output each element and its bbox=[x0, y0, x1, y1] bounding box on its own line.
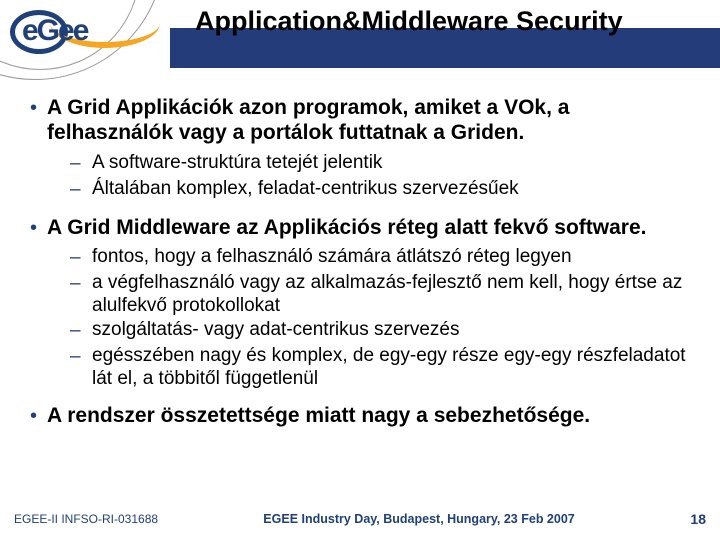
dash-icon: – bbox=[70, 345, 84, 369]
bullet-icon: • bbox=[30, 96, 37, 120]
slide-title: Application&Middleware Security bbox=[195, 6, 710, 37]
footer-left: EGEE-II INFSO-RI-031688 bbox=[14, 512, 158, 526]
dash-icon: – bbox=[70, 246, 84, 270]
dash-icon: – bbox=[70, 319, 84, 343]
dash-icon: – bbox=[70, 178, 84, 202]
sub-bullet-item: – a végfelhasználó vagy az alkalmazás-fe… bbox=[70, 272, 696, 317]
slide-header: eGee Application&Middleware Security bbox=[0, 0, 720, 72]
page-number: 18 bbox=[680, 511, 706, 527]
dash-icon: – bbox=[70, 272, 84, 296]
sub-bullet-text: A software-struktúra tetejét jelentik bbox=[92, 152, 696, 174]
bullet-text: A Grid Applikációk azon programok, amike… bbox=[47, 96, 696, 146]
sub-bullet-item: – Általában komplex, feladat-centrikus s… bbox=[70, 178, 696, 202]
bullet-text: A Grid Middleware az Applikációs réteg a… bbox=[47, 216, 696, 241]
sub-bullet-text: szolgáltatás- vagy adat-centrikus szerve… bbox=[92, 319, 696, 341]
bullet-item: • A rendszer összetettsége miatt nagy a … bbox=[30, 404, 696, 429]
bullet-item: • A Grid Middleware az Applikációs réteg… bbox=[30, 216, 696, 390]
sub-bullet-item: – A software-struktúra tetejét jelentik bbox=[70, 152, 696, 176]
bullet-item: • A Grid Applikációk azon programok, ami… bbox=[30, 96, 696, 202]
sub-bullet-text: Általában komplex, feladat-centrikus sze… bbox=[92, 178, 696, 200]
slide-footer: EGEE-II INFSO-RI-031688 EGEE Industry Da… bbox=[0, 506, 720, 532]
sub-bullet-list: – A software-struktúra tetejét jelentik … bbox=[70, 152, 696, 202]
sub-bullet-text: egésszében nagy és komplex, de egy-egy r… bbox=[92, 345, 696, 390]
slide-body: • A Grid Applikációk azon programok, ami… bbox=[30, 96, 696, 490]
dash-icon: – bbox=[70, 152, 84, 176]
footer-middle: EGEE Industry Day, Budapest, Hungary, 23… bbox=[158, 512, 680, 526]
logo-text: eGee bbox=[22, 14, 87, 48]
sub-bullet-item: – fontos, hogy a felhasználó számára átl… bbox=[70, 246, 696, 270]
sub-bullet-list: – fontos, hogy a felhasználó számára átl… bbox=[70, 246, 696, 390]
bullet-icon: • bbox=[30, 216, 37, 240]
bullet-list: • A Grid Applikációk azon programok, ami… bbox=[30, 96, 696, 429]
bullet-icon: • bbox=[30, 404, 37, 428]
sub-bullet-item: – egésszében nagy és komplex, de egy-egy… bbox=[70, 345, 696, 390]
slide: eGee Application&Middleware Security • A… bbox=[0, 0, 720, 540]
sub-bullet-text: fontos, hogy a felhasználó számára átlát… bbox=[92, 246, 696, 268]
sub-bullet-text: a végfelhasználó vagy az alkalmazás-fejl… bbox=[92, 272, 696, 317]
bullet-text: A rendszer összetettsége miatt nagy a se… bbox=[47, 404, 696, 429]
sub-bullet-item: – szolgáltatás- vagy adat-centrikus szer… bbox=[70, 319, 696, 343]
egee-logo: eGee bbox=[10, 6, 170, 68]
